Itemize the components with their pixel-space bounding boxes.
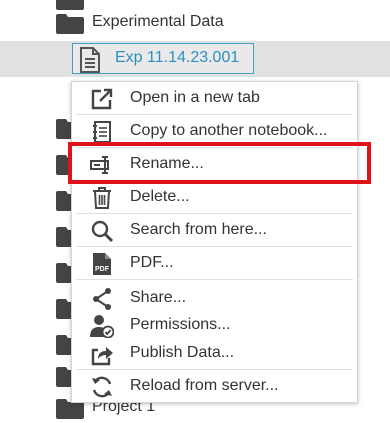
menu-item-label: Copy to another notebook... [130, 122, 328, 139]
menu-item-label: Share... [130, 289, 187, 306]
external-link-icon [91, 88, 113, 110]
reload-icon [92, 376, 112, 398]
menu-item-delete[interactable]: Delete... [72, 183, 357, 211]
menu-item-label: Search from here... [130, 221, 267, 238]
menu-divider [76, 213, 353, 214]
menu-item-open-new-tab[interactable]: Open in a new tab [72, 84, 357, 112]
menu-item-label: Delete... [130, 188, 190, 205]
menu-divider [76, 369, 353, 370]
menu-item-label: PDF... [130, 254, 174, 271]
menu-item-search[interactable]: Search from here... [72, 216, 357, 244]
tree-folder-label: Experimental Data [92, 13, 224, 30]
pdf-icon: PDF [93, 253, 111, 275]
permissions-icon [90, 315, 114, 338]
trash-icon [93, 187, 111, 209]
share-icon [93, 288, 111, 310]
folder-icon [56, 0, 84, 10]
menu-divider [76, 246, 353, 247]
menu-item-reload[interactable]: Reload from server... [72, 372, 357, 400]
document-icon [80, 47, 100, 73]
folder-icon [56, 14, 84, 34]
context-menu: Open in a new tab Copy to another notebo… [71, 81, 358, 403]
menu-item-label: Permissions... [130, 316, 231, 333]
menu-item-label: Reload from server... [130, 377, 279, 394]
selected-entry[interactable]: Exp 11.14.23.001 [72, 43, 254, 74]
rename-highlight-box [68, 142, 371, 184]
menu-item-pdf[interactable]: PDF PDF... [72, 249, 357, 277]
menu-item-copy-to-notebook[interactable]: Copy to another notebook... [72, 117, 357, 145]
menu-item-publish-data[interactable]: Publish Data... [72, 339, 357, 367]
menu-item-label: Publish Data... [130, 344, 235, 361]
selected-entry-label: Exp 11.14.23.001 [115, 49, 240, 66]
menu-item-permissions[interactable]: Permissions... [72, 311, 357, 339]
menu-item-share[interactable]: Share... [72, 284, 357, 312]
menu-item-label: Open in a new tab [130, 89, 260, 106]
svg-text:PDF: PDF [95, 266, 110, 273]
publish-icon [91, 347, 113, 366]
copy-notebook-icon [93, 121, 111, 143]
search-icon [91, 220, 114, 243]
menu-divider [76, 279, 353, 280]
menu-divider [76, 114, 353, 115]
